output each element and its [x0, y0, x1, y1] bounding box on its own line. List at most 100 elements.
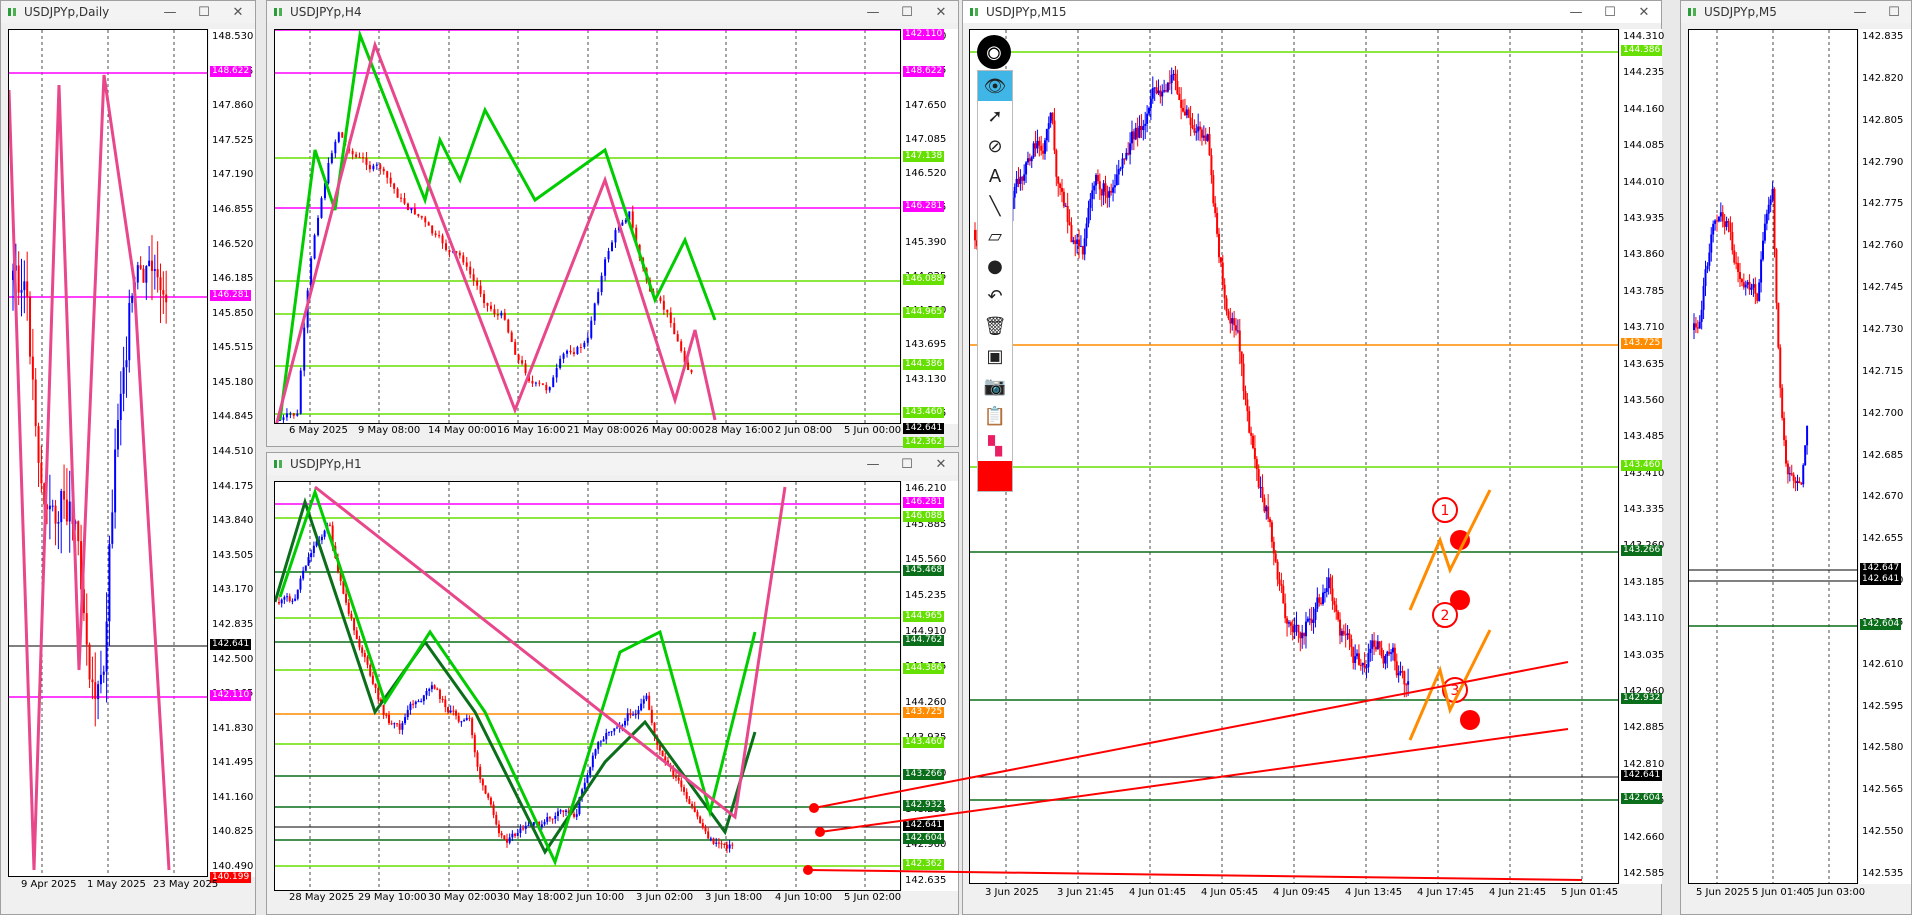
candle-body: [108, 543, 111, 622]
window-titlebar[interactable]: USDJPYp,M5 — ☐: [1681, 1, 1911, 23]
close-button[interactable]: ✕: [924, 457, 958, 472]
minimize-button[interactable]: —: [1559, 5, 1593, 20]
candle-body: [1096, 174, 1099, 182]
candle-body: [1363, 662, 1366, 668]
candle-body: [1274, 553, 1277, 562]
palette-icon[interactable]: ▚: [978, 431, 1012, 461]
candle-body: [1278, 579, 1281, 585]
close-button[interactable]: ✕: [221, 5, 255, 20]
candle-body: [1151, 88, 1154, 99]
time-tick-label: 2 Jun 10:00: [567, 892, 625, 903]
candle-body: [1280, 584, 1283, 586]
window-titlebar[interactable]: USDJPYp,Daily — ☐ ✕: [1, 1, 255, 23]
app-logo-icon[interactable]: ◉: [977, 35, 1011, 69]
close-button[interactable]: ✕: [1627, 5, 1661, 20]
camera-icon[interactable]: 📷: [978, 371, 1012, 401]
ruler-icon[interactable]: ▱: [978, 221, 1012, 251]
drawing-toolbar: 👁 ➚ ⊘ A ╲ ▱ ● ↶ 🗑 ▣ 📷 📋 ▚ ■: [977, 70, 1013, 492]
maximize-button[interactable]: ☐: [890, 5, 924, 20]
price-chart-h4[interactable]: [274, 29, 901, 424]
maximize-button[interactable]: ☐: [1593, 5, 1627, 20]
candle-body: [1235, 325, 1237, 331]
color-swatch-icon[interactable]: ■: [978, 461, 1012, 491]
candle-body: [507, 319, 510, 333]
candle-body: [20, 290, 23, 293]
candle-body: [406, 203, 409, 211]
candle-body: [1693, 323, 1695, 330]
zigzag-pattern: [314, 485, 787, 820]
candle-body: [291, 600, 294, 602]
time-axis-h1: 28 May 2025 29 May 10:00 30 May 02:00 30 Ma…: [274, 892, 901, 908]
candle-body: [486, 303, 489, 306]
candle-body: [1696, 327, 1699, 329]
minimize-button[interactable]: —: [153, 5, 187, 20]
candle-body: [1356, 653, 1359, 657]
candle-body: [1119, 168, 1122, 170]
chart-window-h4[interactable]: USDJPYp,H4 — ☐ ✕ 148.780148.215147.65014…: [266, 0, 959, 448]
candle-body: [162, 290, 165, 295]
price-tick-label: 148.530: [212, 31, 254, 42]
candle-body: [1026, 158, 1029, 163]
maximize-button[interactable]: ☐: [187, 5, 221, 20]
candle-body: [1208, 134, 1211, 156]
price-chart-m5[interactable]: [1688, 29, 1858, 884]
clipboard-icon[interactable]: 📋: [978, 401, 1012, 431]
candle-body: [583, 782, 586, 790]
price-tick-label: 147.860: [212, 100, 254, 111]
dot-icon[interactable]: ●: [978, 251, 1012, 281]
chart-window-m15[interactable]: USDJPYp,M15 — ☐ ✕ 123 144.310 144.235 144.…: [962, 0, 1665, 915]
candle-body: [495, 814, 498, 825]
candle-body: [413, 208, 416, 215]
candle-body: [1085, 223, 1088, 239]
candle-body: [1195, 131, 1198, 133]
minimize-button[interactable]: —: [856, 5, 890, 20]
candle-body: [1015, 178, 1018, 187]
candle-body: [1079, 245, 1082, 247]
line-icon[interactable]: ╲: [978, 191, 1012, 221]
text-icon[interactable]: A: [978, 161, 1012, 191]
price-chart-h1[interactable]: [274, 481, 901, 891]
candle-body: [723, 844, 726, 846]
window-titlebar[interactable]: USDJPYp,H1 — ☐ ✕: [267, 453, 958, 475]
candle-body: [640, 703, 643, 711]
candle-body: [1719, 212, 1722, 217]
maximize-button[interactable]: ☐: [1877, 5, 1911, 20]
candle-body: [1365, 667, 1368, 669]
chart-window-daily[interactable]: USDJPYp,Daily — ☐ ✕ 148.530148.195147.86…: [0, 0, 256, 915]
window-titlebar[interactable]: USDJPYp,M15 — ☐ ✕: [963, 1, 1661, 23]
chart-window-h1[interactable]: USDJPYp,H1 — ☐ ✕ 146.210 145.885 145.560 14…: [266, 452, 959, 915]
window-titlebar[interactable]: USDJPYp,H4 — ☐ ✕: [267, 1, 958, 23]
candle-body: [116, 420, 119, 450]
undo-icon[interactable]: ↶: [978, 281, 1012, 311]
cursor-icon[interactable]: ➚: [978, 101, 1012, 131]
candle-body: [1740, 279, 1743, 283]
trash-icon[interactable]: 🗑: [978, 311, 1012, 341]
candle-body: [462, 255, 465, 263]
minimize-button[interactable]: —: [856, 457, 890, 472]
candle-body: [1371, 640, 1374, 649]
candle-body: [465, 717, 468, 721]
candle-body: [327, 162, 330, 184]
candle-body: [1333, 601, 1336, 605]
crosshair-icon[interactable]: ⊘: [978, 131, 1012, 161]
candle-body: [111, 512, 114, 544]
price-tick-label: 143.860: [1623, 249, 1665, 260]
price-chart-daily[interactable]: [8, 29, 208, 877]
candle-body: [1110, 190, 1113, 193]
close-button[interactable]: ✕: [924, 5, 958, 20]
eye-icon[interactable]: 👁: [978, 71, 1012, 101]
price-chart-m15[interactable]: 123: [969, 29, 1619, 884]
candle-body: [579, 346, 582, 348]
candle-body: [683, 787, 686, 792]
candle-body: [1078, 239, 1081, 247]
minimize-button[interactable]: —: [1843, 5, 1877, 20]
candle-body: [68, 501, 71, 522]
candle-body: [1272, 541, 1275, 554]
candle-body: [471, 718, 474, 736]
candle-body: [511, 833, 514, 838]
window-title: USDJPYp,M15: [986, 5, 1067, 19]
clone-icon[interactable]: ▣: [978, 341, 1012, 371]
chart-window-m5[interactable]: USDJPYp,M5 — ☐ 142.835 142.820 142.805 142.…: [1680, 0, 1912, 915]
maximize-button[interactable]: ☐: [890, 457, 924, 472]
price-level-tag: 142.110: [903, 29, 945, 40]
